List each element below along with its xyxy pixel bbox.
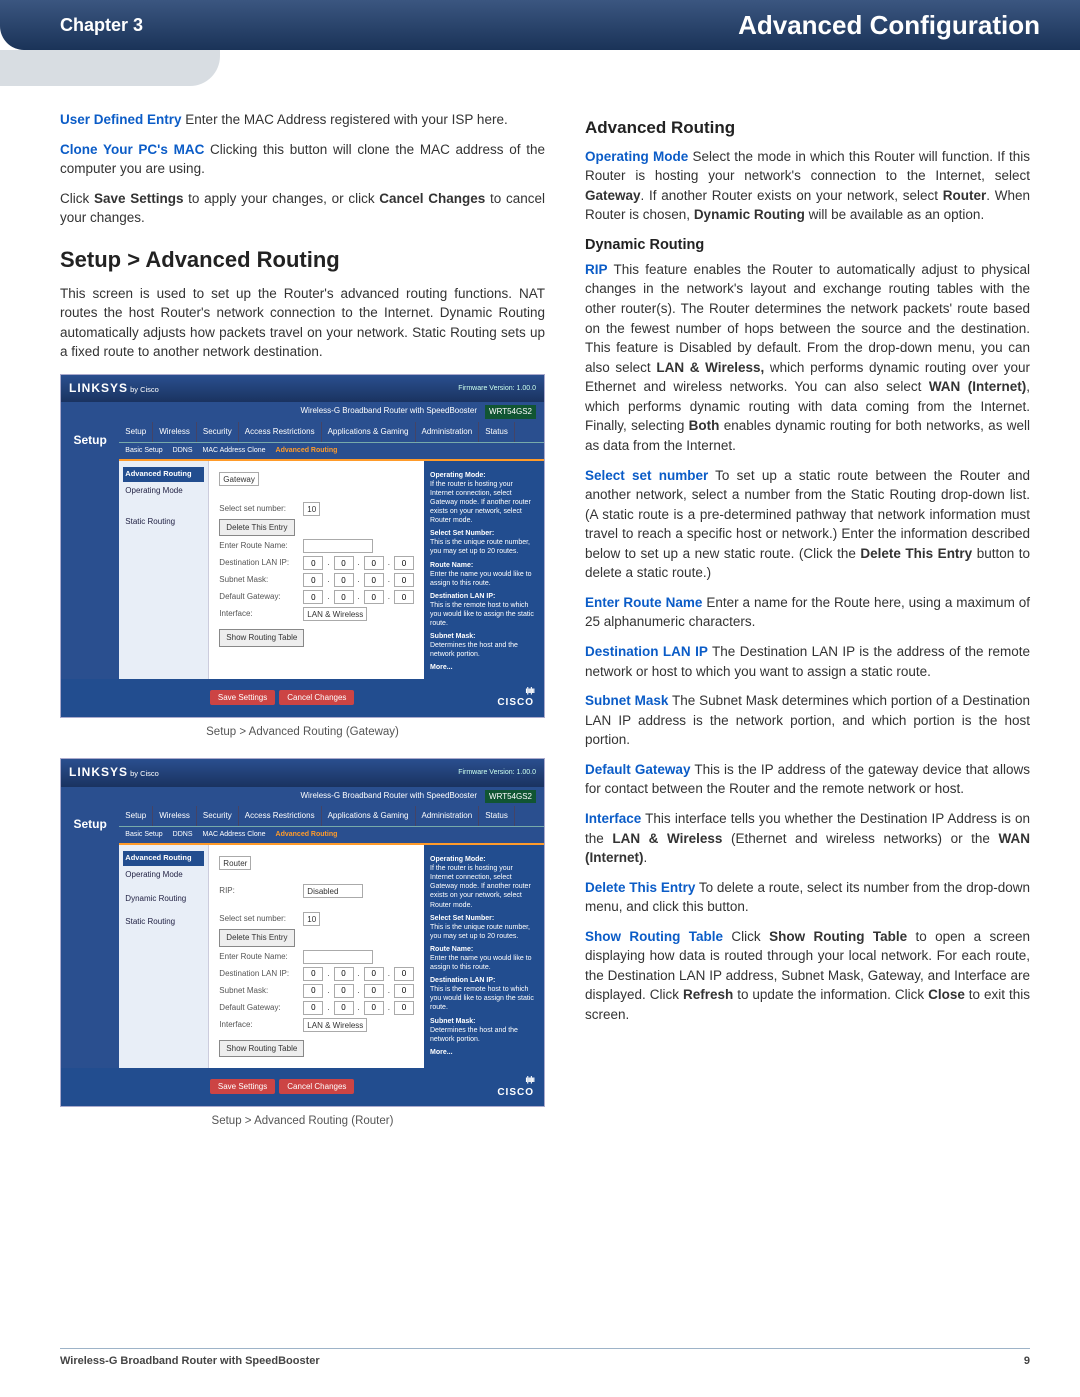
save-button[interactable]: Save Settings — [210, 690, 275, 705]
para-delete-entry: Delete This Entry To delete a route, sel… — [585, 878, 1030, 917]
opmode-select[interactable]: Gateway — [219, 472, 259, 486]
heading-advanced-routing: Advanced Routing — [585, 116, 1030, 141]
heading-dynamic-routing: Dynamic Routing — [585, 235, 1030, 256]
para-destination-lan-ip: Destination LAN IP The Destination LAN I… — [585, 642, 1030, 681]
caption-gateway: Setup > Advanced Routing (Gateway) — [60, 724, 545, 741]
para-interface: Interface This interface tells you wheth… — [585, 809, 1030, 868]
para-default-gateway: Default Gateway This is the IP address o… — [585, 760, 1030, 799]
footer-product: Wireless-G Broadband Router with SpeedBo… — [60, 1355, 320, 1367]
para-user-defined: User Defined Entry Enter the MAC Address… — [60, 110, 545, 130]
para-subnet-mask: Subnet Mask The Subnet Mask determines w… — [585, 691, 1030, 750]
screenshot-gateway: LINKSYS by Cisco Firmware Version: 1.00.… — [60, 374, 545, 718]
para-enter-route-name: Enter Route Name Enter a name for the Ro… — [585, 593, 1030, 632]
para-show-routing-table: Show Routing Table Click Show Routing Ta… — [585, 927, 1030, 1025]
caption-router: Setup > Advanced Routing (Router) — [60, 1113, 545, 1130]
header-tab-corner — [0, 50, 220, 86]
para-save-cancel: Click Save Settings to apply your change… — [60, 189, 545, 228]
page-footer: Wireless-G Broadband Router with SpeedBo… — [60, 1348, 1030, 1367]
logo-text: LINKSYS — [69, 381, 128, 395]
para-clone-mac: Clone Your PC's MAC Clicking this button… — [60, 140, 545, 179]
delete-entry-button[interactable]: Delete This Entry — [219, 519, 294, 537]
page-number: 9 — [1024, 1355, 1030, 1367]
para-operating-mode: Operating Mode Select the mode in which … — [585, 147, 1030, 225]
chapter-label: Chapter 3 — [60, 15, 143, 36]
section-heading: Setup > Advanced Routing — [60, 244, 545, 276]
show-routing-table-button[interactable]: Show Routing Table — [219, 629, 304, 647]
cancel-button[interactable]: Cancel Changes — [279, 690, 354, 705]
page-header: Chapter 3 Advanced Configuration — [0, 0, 1080, 50]
left-column: User Defined Entry Enter the MAC Address… — [60, 110, 545, 1148]
shot-sub-tabs: Basic Setup DDNS MAC Address Clone Advan… — [119, 443, 544, 461]
label-clone-mac: Clone Your PC's MAC — [60, 142, 204, 157]
label-user-defined: User Defined Entry — [60, 112, 182, 127]
header-title: Advanced Configuration — [738, 10, 1040, 41]
para-rip: RIP This feature enables the Router to a… — [585, 260, 1030, 456]
shot-main-tabs: Setup Wireless Security Access Restricti… — [119, 422, 544, 443]
screenshot-router: LINKSYS by Cisco Firmware Version: 1.00.… — [60, 758, 545, 1107]
para-select-set: Select set number To set up a static rou… — [585, 466, 1030, 583]
shot-nav-current: Setup — [61, 422, 119, 679]
right-column: Advanced Routing Operating Mode Select t… — [585, 110, 1030, 1148]
section-intro: This screen is used to set up the Router… — [60, 284, 545, 362]
